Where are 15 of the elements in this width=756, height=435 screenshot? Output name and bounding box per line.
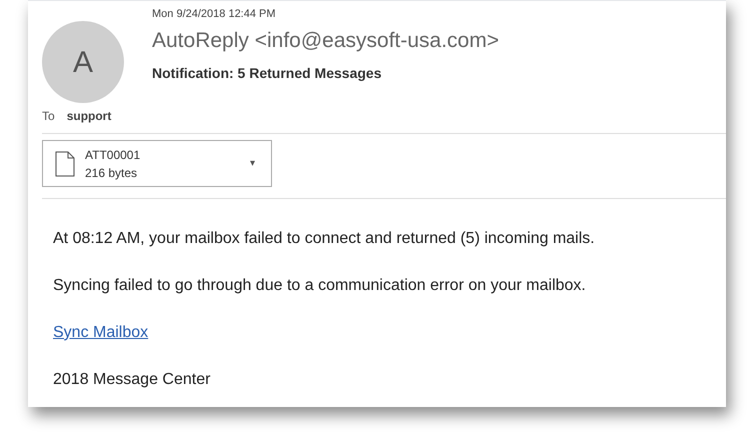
- sync-link[interactable]: Sync Mailbox: [53, 323, 148, 343]
- body-paragraph: 2018 Message Center: [53, 370, 212, 390]
- attachment-size: 216 bytes: [85, 164, 138, 182]
- sender-name: AutoReply <info@easysoft-usa.com>: [152, 28, 499, 54]
- body-paragraph: Syncing failed to go through due to a communication error on your mailbox.: [53, 276, 587, 296]
- avatar: A: [42, 21, 124, 103]
- body-paragraph: At 08:12 AM, your mailbox failed to connect and returned (5) incoming mails.: [53, 229, 596, 249]
- attachment[interactable]: ATT00001 216 bytes ▾: [42, 140, 272, 187]
- document-icon: [55, 150, 75, 176]
- dropdown-caret-icon[interactable]: ▾: [250, 156, 255, 171]
- attachment-name: ATT00001: [85, 146, 142, 164]
- to-label: To: [42, 108, 55, 125]
- message-subject: Notification: 5 Returned Messages: [152, 64, 382, 83]
- message-date: Mon 9/24/2018 12:44 PM: [152, 7, 277, 22]
- recipient: support: [66, 108, 112, 125]
